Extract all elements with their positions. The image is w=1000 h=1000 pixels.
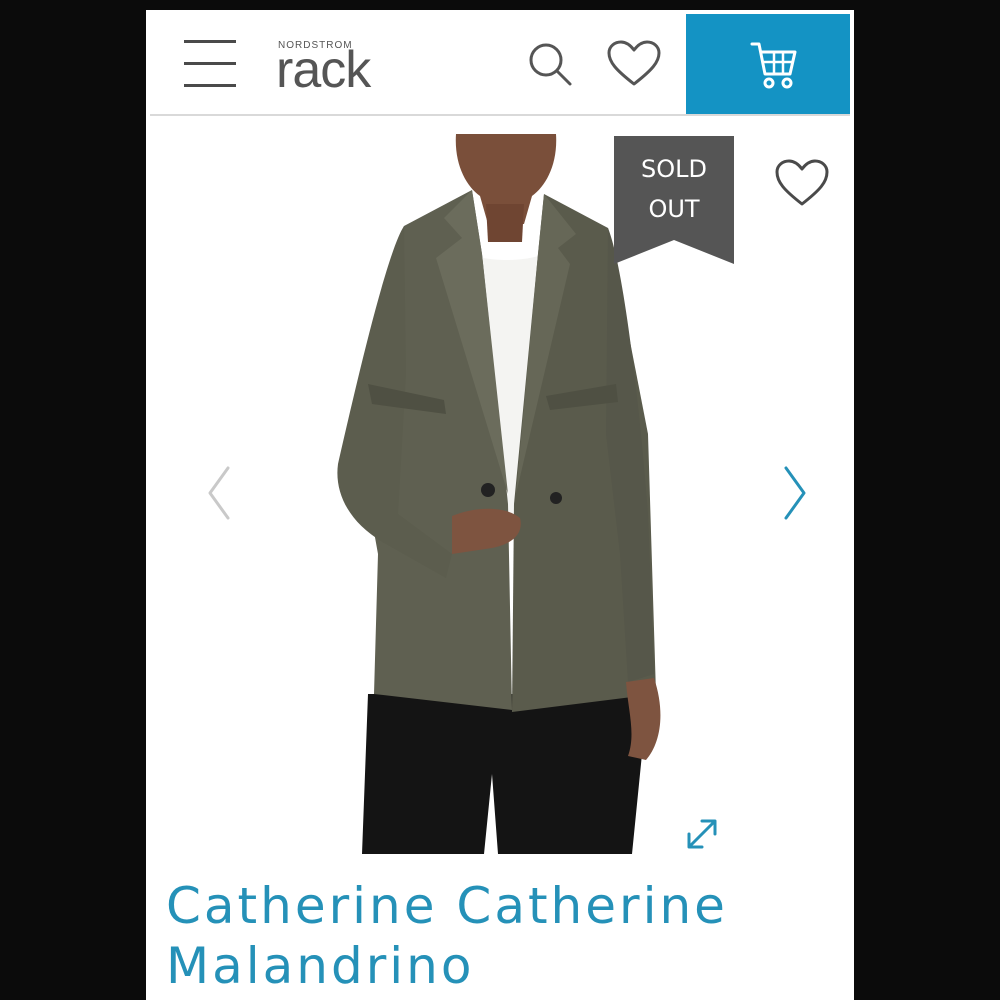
hamburger-menu-icon[interactable] xyxy=(182,38,240,90)
badge-text-line2: OUT xyxy=(648,195,700,223)
heart-outline-icon[interactable] xyxy=(774,158,830,208)
header-divider xyxy=(150,114,850,116)
heart-icon[interactable] xyxy=(606,40,662,88)
badge-text-line1: SOLD xyxy=(641,155,707,183)
chevron-left-icon[interactable] xyxy=(198,458,238,528)
search-icon[interactable] xyxy=(526,40,574,88)
site-header: NORDSTROM rack xyxy=(146,10,854,116)
sold-out-badge: SOLD OUT xyxy=(614,136,734,264)
cart-icon xyxy=(750,42,797,89)
product-title[interactable]: Catherine Catherine Malandrino xyxy=(166,876,846,996)
cart-button[interactable] xyxy=(686,14,850,114)
chevron-right-icon[interactable] xyxy=(776,458,816,528)
logo-main-text: rack xyxy=(276,41,371,99)
app-screen: NORDSTROM rack SOLD OUT Catherine Cather… xyxy=(146,10,854,1000)
product-image-gallery[interactable]: SOLD OUT xyxy=(146,118,854,858)
expand-arrows-icon[interactable] xyxy=(682,814,722,854)
nordstrom-rack-logo[interactable]: NORDSTROM rack xyxy=(276,38,396,98)
